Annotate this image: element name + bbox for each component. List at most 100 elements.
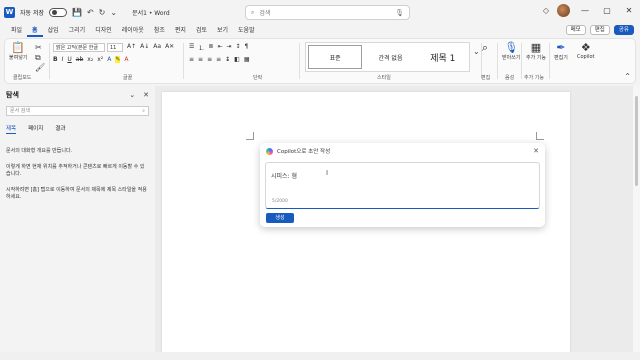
tab-results[interactable]: 결과	[55, 124, 65, 134]
microphone-icon[interactable]: 🎙	[395, 9, 404, 17]
tab-view[interactable]: 보기	[212, 24, 233, 37]
superscript-icon[interactable]: x²	[97, 56, 103, 63]
tab-layout[interactable]: 레이아웃	[117, 24, 149, 37]
font-color-icon[interactable]: A	[124, 56, 128, 63]
nav-help-text-3: 시작하려면 [홈] 탭으로 이동하여 문서의 제목에 제목 스타일을 적용하세요…	[6, 186, 147, 201]
highlight-icon[interactable]: ✎	[115, 56, 121, 63]
increase-indent-icon[interactable]: ⇥	[226, 43, 231, 52]
magnifier-icon: ⌕	[481, 41, 489, 54]
copy-icon[interactable]: ⧉	[35, 53, 41, 63]
search-input[interactable]: ⌕ 검색 🎙	[245, 5, 410, 20]
paste-button[interactable]: 📋 붙여넣기	[9, 42, 27, 62]
close-icon[interactable]: ✕	[143, 91, 149, 99]
format-painter-icon[interactable]: 🖌	[35, 63, 45, 72]
strikethrough-icon[interactable]: ab	[76, 56, 84, 63]
chevron-down-icon[interactable]: ⌄	[129, 91, 135, 99]
vertical-scrollbar[interactable]	[633, 86, 640, 352]
minimize-icon[interactable]: —	[578, 6, 592, 15]
style-heading-1[interactable]: 제목 1	[417, 43, 469, 71]
navigation-title: 탐색	[6, 91, 19, 99]
copilot-icon	[266, 147, 273, 155]
diamond-icon[interactable]: ◇	[543, 6, 549, 15]
word-logo-icon: W	[4, 6, 15, 18]
document-search-input[interactable]: 문서 검색 ⌕	[6, 106, 149, 116]
change-case-icon[interactable]: Aa	[153, 43, 161, 50]
font-name-select[interactable]: 맑은 고딕(본문 한글	[53, 43, 105, 52]
close-icon[interactable]: ✕	[533, 147, 539, 155]
shrink-font-icon[interactable]: A↓	[140, 43, 149, 50]
scrollbar-thumb[interactable]	[635, 96, 638, 186]
autosave-toggle[interactable]	[49, 7, 67, 17]
copilot-prompt-input[interactable]: 시피스: 혐 I 5/2000	[265, 162, 540, 209]
nav-help-text-1: 문서의 대화형 개요를 만듭니다.	[6, 148, 73, 154]
comments-button[interactable]: 메모	[565, 25, 586, 35]
tab-headings[interactable]: 제목	[6, 124, 17, 134]
pilcrow-icon[interactable]: ¶	[245, 43, 249, 52]
decrease-indent-icon[interactable]: ⇤	[217, 43, 222, 52]
addins-button[interactable]: ▦ 추가 기능	[526, 41, 546, 62]
tab-home[interactable]: 홈	[27, 24, 43, 37]
cut-icon[interactable]: ✂	[35, 43, 42, 52]
underline-icon[interactable]: U	[67, 56, 71, 63]
save-icon[interactable]: 💾	[72, 8, 82, 17]
search-icon: ⌕	[251, 8, 255, 16]
align-center-icon[interactable]: ≡	[198, 56, 203, 63]
avatar[interactable]	[557, 4, 570, 17]
bold-icon[interactable]: B	[53, 56, 58, 63]
customize-chevron-icon[interactable]: ⌄	[110, 8, 117, 17]
generate-button[interactable]: 생성	[266, 213, 294, 223]
grow-font-icon[interactable]: A↑	[127, 43, 136, 50]
close-icon[interactable]: ✕	[622, 6, 636, 15]
subscript-icon[interactable]: x₂	[87, 56, 93, 63]
dictate-label: 받아쓰기	[502, 55, 521, 61]
redo-icon[interactable]: ↻	[99, 8, 106, 17]
collapse-ribbon-icon[interactable]: ⌃	[624, 72, 631, 81]
italic-icon[interactable]: I	[62, 56, 64, 63]
line-spacing-icon[interactable]: ↨	[225, 56, 230, 63]
copilot-dialog-title: Copilot으로 초안 작성	[277, 149, 331, 155]
tab-mailings[interactable]: 편지	[170, 24, 191, 37]
divider	[49, 43, 50, 79]
align-left-icon[interactable]: ≡	[189, 56, 194, 63]
undo-icon[interactable]: ↶	[87, 8, 94, 17]
tab-draw[interactable]: 그리기	[64, 24, 91, 37]
copilot-button[interactable]: ❖ Copilot	[577, 42, 595, 61]
tab-insert[interactable]: 삽입	[43, 24, 64, 37]
dictate-button[interactable]: 🎙 받아쓰기	[502, 42, 521, 62]
sort-icon[interactable]: ↕	[236, 43, 241, 52]
tab-file[interactable]: 파일	[6, 24, 27, 37]
tab-review[interactable]: 검토	[191, 24, 212, 37]
styles-group-label: 스타일	[377, 75, 391, 81]
style-normal[interactable]: 표준	[308, 45, 363, 69]
numbering-icon[interactable]: ⒈	[198, 43, 204, 52]
borders-icon[interactable]: ▦	[244, 56, 250, 63]
style-no-spacing[interactable]: 간격 없음	[364, 43, 416, 71]
bullets-icon[interactable]: ☰	[189, 43, 194, 52]
tab-design[interactable]: 디자인	[90, 24, 117, 37]
editing-mode-button[interactable]: 편집	[589, 25, 610, 35]
paragraph-group-label: 단락	[253, 75, 263, 81]
search-placeholder: 검색	[259, 10, 271, 17]
tab-pages[interactable]: 페이지	[28, 124, 43, 134]
nav-help-text-2: 이렇게 하면 현재 위치를 추적하거나 콘텐츠로 빠르게 이동할 수 있습니다.	[6, 163, 145, 178]
tab-help[interactable]: 도움말	[233, 24, 260, 37]
clear-format-icon[interactable]: A✕	[165, 43, 174, 50]
multilevel-list-icon[interactable]: ≣	[208, 43, 213, 52]
tab-references[interactable]: 참조	[149, 24, 170, 37]
copilot-label: Copilot	[577, 54, 595, 60]
text-effects-icon[interactable]: A	[107, 56, 111, 63]
find-button[interactable]: ⌕	[479, 42, 491, 54]
ribbon: 📋 붙여넣기 ✂ ⧉ 🖌 클립보드 맑은 고딕(본문 한글 11 A↑ A↓ A…	[4, 38, 636, 84]
font-group-label: 글꼴	[123, 75, 133, 81]
divider	[183, 43, 184, 79]
title-bar: W 자동 저장 💾 ↶ ↻ ⌄ 문서1 • Word ⌕ 검색 🎙 ◇ — ▢ …	[0, 0, 640, 24]
font-size-select[interactable]: 11	[107, 43, 123, 52]
share-button[interactable]: 공유	[613, 25, 634, 35]
addins-grid-icon: ▦	[530, 41, 542, 54]
editor-button[interactable]: ✒ 편집기	[554, 42, 568, 62]
maximize-icon[interactable]: ▢	[600, 6, 614, 15]
justify-icon[interactable]: ≡	[216, 56, 221, 63]
shading-icon[interactable]: ◧	[234, 56, 240, 63]
document-title[interactable]: 문서1 • Word	[132, 8, 170, 17]
align-right-icon[interactable]: ≡	[207, 56, 212, 63]
